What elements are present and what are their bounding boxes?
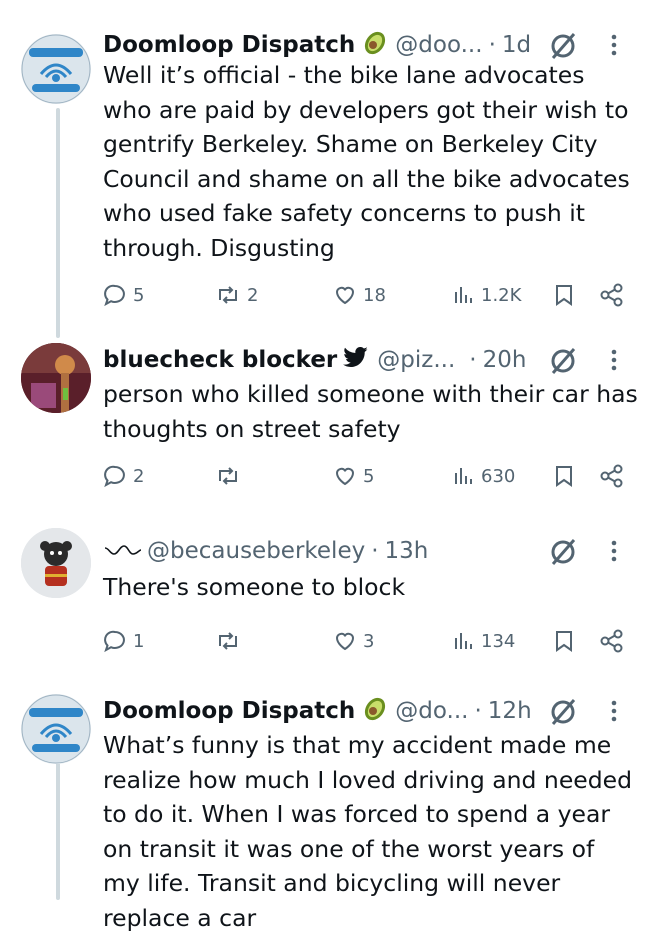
share-button[interactable] bbox=[599, 624, 625, 658]
like-count: 5 bbox=[363, 465, 375, 487]
like-button[interactable]: 5 bbox=[333, 459, 374, 493]
post-time[interactable]: 13h bbox=[385, 538, 429, 564]
separator: · bbox=[469, 347, 477, 373]
bookmark-icon bbox=[553, 283, 575, 307]
action-bar: 2 5 630 bbox=[103, 459, 633, 493]
grok-icon[interactable] bbox=[548, 346, 578, 376]
views-icon bbox=[451, 283, 475, 307]
separator: · bbox=[488, 32, 496, 58]
avocado-icon bbox=[361, 28, 389, 62]
post[interactable]: bluecheck blocker @piz... · 20h person w… bbox=[0, 343, 648, 503]
squiggle-icon bbox=[103, 538, 143, 564]
avatar[interactable] bbox=[21, 528, 91, 598]
avocado-icon bbox=[361, 694, 389, 728]
reply-count: 1 bbox=[133, 630, 145, 652]
more-options-icon[interactable] bbox=[604, 30, 624, 60]
views-icon bbox=[451, 464, 475, 488]
share-icon bbox=[599, 283, 625, 307]
post[interactable]: Doomloop Dispatch @doo... · 1d Well it’s… bbox=[0, 28, 648, 328]
action-bar: 5 2 18 1.2K bbox=[103, 278, 633, 312]
heart-icon bbox=[333, 629, 357, 653]
repost-button[interactable] bbox=[215, 459, 241, 493]
views-button[interactable]: 134 bbox=[451, 624, 515, 658]
author-handle[interactable]: @becauseberkeley bbox=[147, 538, 365, 564]
share-icon bbox=[599, 464, 625, 488]
author-handle[interactable]: @do... bbox=[395, 698, 468, 724]
action-bar: 1 3 134 bbox=[103, 624, 633, 658]
more-options-icon[interactable] bbox=[604, 536, 624, 566]
repost-icon bbox=[215, 283, 241, 307]
like-count: 18 bbox=[363, 284, 386, 306]
author-handle[interactable]: @piz... bbox=[377, 347, 455, 373]
repost-icon bbox=[215, 629, 241, 653]
like-button[interactable]: 18 bbox=[333, 278, 386, 312]
post-time[interactable]: 20h bbox=[483, 347, 527, 373]
more-options-icon[interactable] bbox=[604, 696, 624, 726]
like-button[interactable]: 3 bbox=[333, 624, 374, 658]
grok-icon[interactable] bbox=[548, 697, 578, 727]
post-text: person who killed someone with their car… bbox=[103, 380, 638, 443]
view-count: 630 bbox=[481, 465, 516, 487]
view-count: 1.2K bbox=[481, 284, 522, 306]
views-icon bbox=[451, 629, 475, 653]
grok-icon[interactable] bbox=[548, 537, 578, 567]
post-time[interactable]: 12h bbox=[488, 698, 532, 724]
reply-icon bbox=[103, 629, 127, 653]
bookmark-icon bbox=[553, 464, 575, 488]
more-options-icon[interactable] bbox=[604, 345, 624, 375]
bookmark-button[interactable] bbox=[553, 624, 575, 658]
avatar[interactable] bbox=[21, 34, 91, 104]
post-header: Doomloop Dispatch @doo... · 1d bbox=[103, 28, 531, 62]
bookmark-button[interactable] bbox=[553, 278, 575, 312]
reply-button[interactable]: 5 bbox=[103, 278, 144, 312]
reply-icon bbox=[103, 464, 127, 488]
like-count: 3 bbox=[363, 630, 375, 652]
share-button[interactable] bbox=[599, 459, 625, 493]
reply-count: 2 bbox=[133, 465, 145, 487]
repost-button[interactable] bbox=[215, 624, 241, 658]
post-time[interactable]: 1d bbox=[502, 32, 531, 58]
post-text: Well it’s official - the bike lane advoc… bbox=[103, 61, 630, 262]
avatar[interactable] bbox=[21, 343, 91, 413]
avatar[interactable] bbox=[21, 694, 91, 764]
post-text: There's someone to block bbox=[103, 573, 406, 601]
views-button[interactable]: 1.2K bbox=[451, 278, 521, 312]
repost-icon bbox=[215, 464, 241, 488]
reply-button[interactable]: 1 bbox=[103, 624, 144, 658]
reply-button[interactable]: 2 bbox=[103, 459, 144, 493]
repost-button[interactable]: 2 bbox=[215, 278, 258, 312]
bookmark-button[interactable] bbox=[553, 459, 575, 493]
author-name[interactable]: Doomloop Dispatch bbox=[103, 32, 355, 58]
author-handle[interactable]: @doo... bbox=[395, 32, 482, 58]
reply-icon bbox=[103, 283, 127, 307]
bookmark-icon bbox=[553, 629, 575, 653]
heart-icon bbox=[333, 283, 357, 307]
heart-icon bbox=[333, 464, 357, 488]
view-count: 134 bbox=[481, 630, 516, 652]
bird-icon bbox=[343, 346, 369, 374]
post-header: bluecheck blocker @piz... · 20h bbox=[103, 343, 526, 377]
views-button[interactable]: 630 bbox=[451, 459, 515, 493]
separator: · bbox=[474, 698, 482, 724]
share-icon bbox=[599, 629, 625, 653]
post-text: What’s funny is that my accident made me… bbox=[103, 731, 633, 932]
repost-count: 2 bbox=[247, 284, 259, 306]
grok-icon[interactable] bbox=[548, 31, 578, 61]
share-button[interactable] bbox=[599, 278, 625, 312]
post-header: Doomloop Dispatch @do... · 12h bbox=[103, 694, 532, 728]
post[interactable]: @becauseberkeley · 13h There's someone t… bbox=[0, 528, 648, 674]
author-name[interactable]: bluecheck blocker bbox=[103, 347, 337, 373]
post-header: @becauseberkeley · 13h bbox=[103, 534, 428, 568]
author-name[interactable]: Doomloop Dispatch bbox=[103, 698, 355, 724]
separator: · bbox=[371, 538, 379, 564]
post[interactable]: Doomloop Dispatch @do... · 12h What’s fu… bbox=[0, 694, 648, 932]
reply-count: 5 bbox=[133, 284, 145, 306]
